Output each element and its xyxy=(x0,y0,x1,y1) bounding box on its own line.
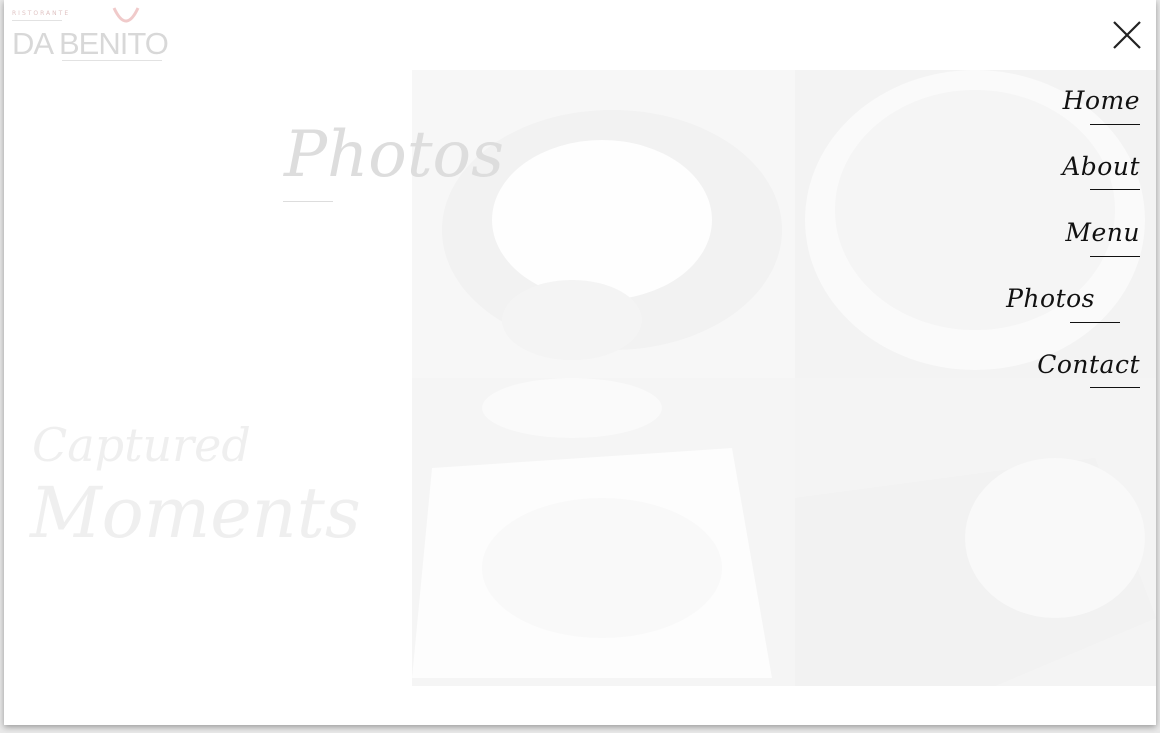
gallery-photo[interactable] xyxy=(412,378,795,686)
nav-item-about[interactable]: About xyxy=(1062,152,1140,181)
nav-item-menu[interactable]: Menu xyxy=(1065,218,1140,247)
page-frame: RISTORANTE DA BENITO Photos Captured Mom… xyxy=(4,0,1156,725)
brand-subtitle: RISTORANTE xyxy=(12,10,71,17)
close-icon[interactable] xyxy=(1108,16,1144,52)
food-photo-icon xyxy=(412,378,795,686)
tagline-line-1: Captured xyxy=(32,418,251,472)
nav-item-home[interactable]: Home xyxy=(1063,86,1140,115)
title-underline xyxy=(283,201,333,202)
nav-underline-menu xyxy=(1090,256,1140,257)
nav-underline-home xyxy=(1090,124,1140,125)
gallery-photo[interactable] xyxy=(795,378,1156,686)
nav-item-photos[interactable]: Photos xyxy=(1006,284,1095,313)
nav-underline-photos xyxy=(1070,322,1120,323)
nav-underline-about xyxy=(1090,189,1140,190)
overlay-nav-menu: Home About Menu Photos Contact xyxy=(920,86,1140,406)
page-title: Photos xyxy=(284,118,504,192)
gallery-photo[interactable] xyxy=(412,70,795,378)
brand-name: DA BENITO xyxy=(12,26,169,61)
food-photo-icon xyxy=(412,70,795,378)
logo-underline xyxy=(62,60,162,61)
tagline-line-2: Moments xyxy=(30,472,361,554)
brand-logo[interactable]: RISTORANTE DA BENITO xyxy=(12,6,172,66)
food-photo-icon xyxy=(795,378,1156,686)
logo-divider xyxy=(12,20,62,21)
nav-item-contact[interactable]: Contact xyxy=(1037,350,1140,379)
nav-underline-contact xyxy=(1090,387,1140,388)
logo-mark-icon xyxy=(112,7,140,23)
